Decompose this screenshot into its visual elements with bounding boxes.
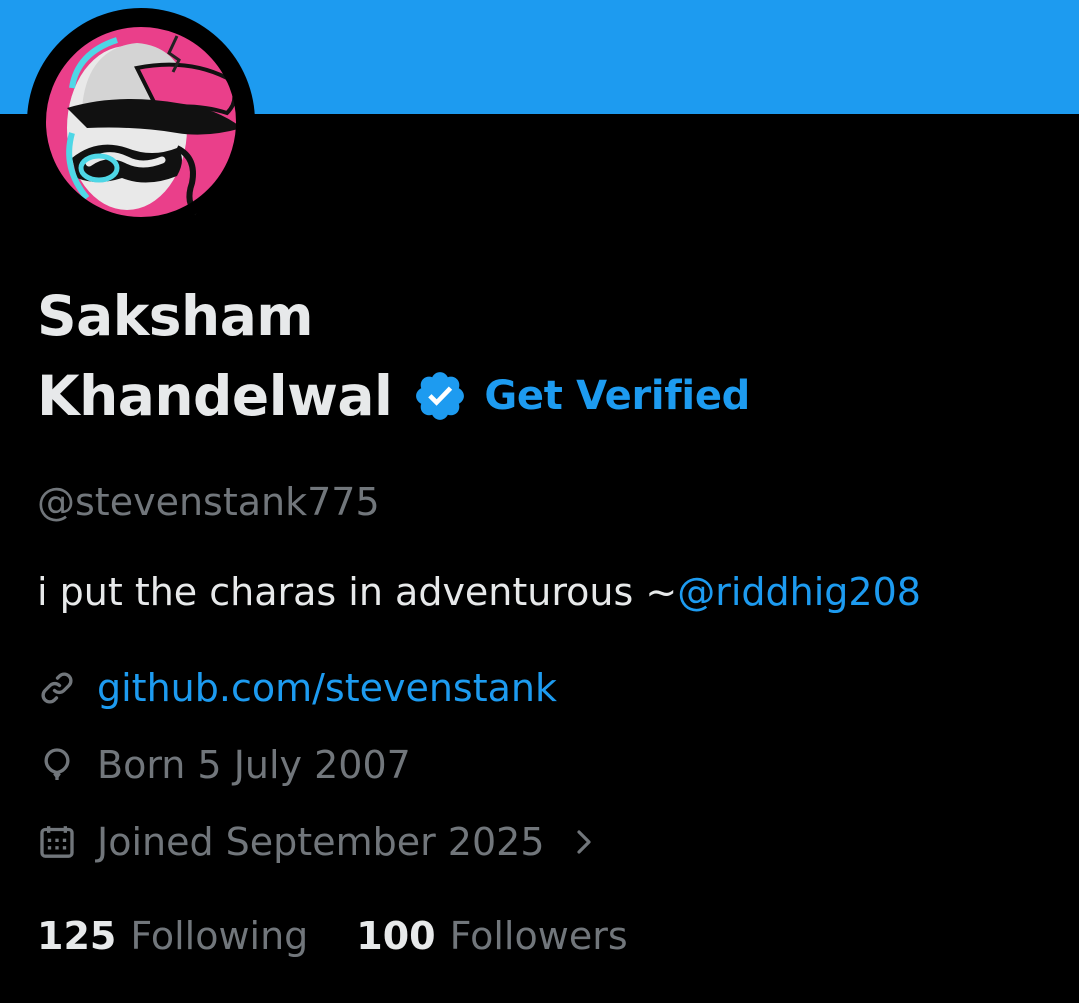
profile-page: Saksham Khandelwal Get Verified @stevens… (0, 0, 1079, 1003)
balloon-icon (37, 745, 77, 785)
bio-text: i put the charas in adventurous ~ (37, 570, 678, 614)
follow-stats: 125 Following 100 Followers (37, 912, 628, 960)
joined-text: Joined September 2025 (97, 820, 545, 864)
joined-row[interactable]: Joined September 2025 (37, 818, 599, 866)
name-first: Saksham (37, 284, 314, 348)
avatar[interactable] (27, 8, 255, 236)
profile-name: Saksham Khandelwal Get Verified (37, 288, 750, 424)
bio-mention-link[interactable]: @riddhig208 (677, 570, 921, 614)
calendar-icon (37, 822, 77, 862)
link-icon (37, 668, 77, 708)
followers-count: 100 (356, 914, 436, 958)
following-label: Following (130, 914, 309, 958)
following-stat[interactable]: 125 Following (37, 912, 308, 960)
website-row: github.com/stevenstank (37, 664, 557, 712)
following-count: 125 (37, 914, 117, 958)
verified-badge-icon[interactable] (412, 368, 468, 424)
chevron-right-icon[interactable] (569, 822, 599, 862)
name-last: Khandelwal (37, 364, 393, 428)
website-link[interactable]: github.com/stevenstank (97, 664, 557, 712)
profile-bio: i put the charas in adventurous ~@riddhi… (37, 568, 921, 616)
get-verified-link[interactable]: Get Verified (484, 368, 750, 424)
birthday-row: Born 5 July 2007 (37, 741, 411, 789)
avatar-image (34, 15, 248, 229)
followers-stat[interactable]: 100 Followers (356, 912, 627, 960)
followers-label: Followers (449, 914, 628, 958)
profile-handle: @stevenstank775 (37, 480, 380, 524)
birthday-text: Born 5 July 2007 (97, 743, 411, 787)
